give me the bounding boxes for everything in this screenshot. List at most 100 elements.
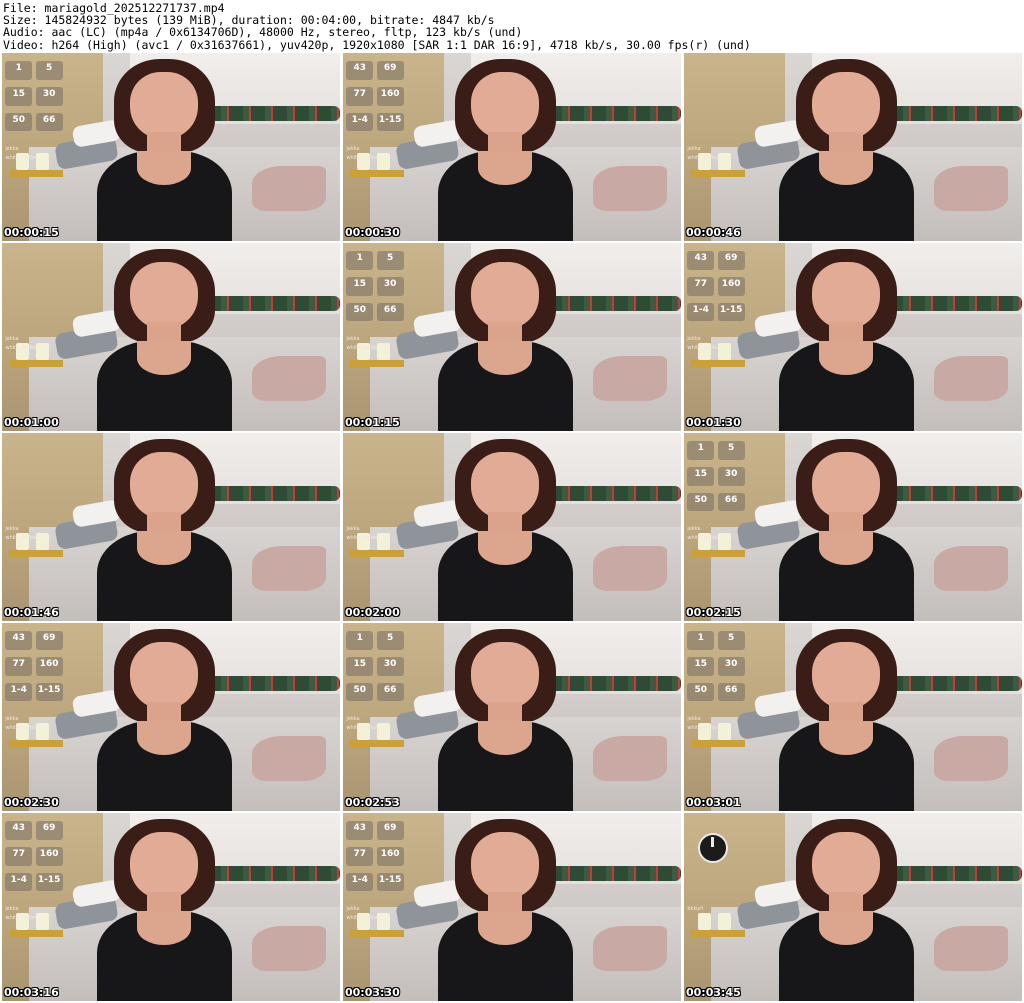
person-chest [819,150,874,185]
overlay-username: white_rocker [687,345,720,352]
tip-menu-value: 1-4 [687,302,715,322]
tip-menu-value: 15 [687,467,715,486]
overlay-username: jekka [687,336,701,343]
tip-menu-value: 160 [376,87,404,106]
tip-menu-value: 1-15 [35,872,63,892]
tip-menu-value: 1-15 [35,682,63,702]
video-frame-thumbnail[interactable]: jekka white_rocker 00:00:46 [684,53,1022,241]
tip-menu-value: 77 [5,847,33,866]
person-face [130,261,199,330]
video-frame-thumbnail[interactable]: 43 69 77 160 1-4 1-15 jekka white_rocker 00:00:3… [343,53,681,241]
scene-blanket [252,355,327,401]
video-frame-thumbnail[interactable]: jekka white_rocker 00:01:00 [2,243,340,431]
overlay-username: white_rocker [687,155,720,162]
stream-overlay: bkkurt [687,817,748,934]
tip-menu-value: 15 [687,657,715,676]
tip-menu-value: 69 [376,821,404,841]
overlay-username: white_rocker [346,725,379,732]
video-frame-thumbnail[interactable]: 1 5 15 30 50 66 jekka white_rocker 00:00:15 [2,53,340,241]
overlay-username: bkkurt [687,906,704,913]
person-chest [137,340,192,375]
scene-blanket [934,925,1009,971]
tip-menu-value: 30 [35,87,63,106]
thumbnail-grid: 1 5 15 30 50 66 jekka white_rocker 00:00:15 43 69 7… [2,53,1022,1001]
scene-blanket [252,545,327,591]
person-chest [819,910,874,945]
video-frame-thumbnail[interactable]: 43 69 77 160 1-4 1-15 jekka white_rocker 00:01:3… [684,243,1022,431]
person-chest [819,720,874,755]
tip-menu-value: 30 [717,467,745,486]
person-chest [137,530,192,565]
scene-blanket [593,925,668,971]
video-frame-thumbnail[interactable]: 1 5 15 30 50 66 jekka white_rocker 00:02:53 [343,623,681,811]
overlay-username: white_rocker [346,535,379,542]
tip-menu-value: 50 [687,492,715,512]
tip-menu-value: 30 [376,277,404,296]
tip-menu-value: 66 [717,492,745,512]
tip-menu-value: 1 [687,631,715,651]
overlay-username: white_rocker [5,345,38,352]
person-face [471,261,540,330]
tip-menu-value: 160 [376,847,404,866]
tip-menu-value: 50 [687,682,715,702]
person-chest [819,530,874,565]
scene-blanket [252,735,327,781]
person-face [130,451,199,520]
scene-blanket [252,165,327,211]
overlay-username: jekka [687,716,701,723]
tip-menu-value: 43 [687,251,715,271]
video-frame-thumbnail[interactable]: jekka white_rocker 00:01:46 [2,433,340,621]
overlay-usernames: jekka white_rocker [346,525,378,543]
person-face [471,71,540,140]
overlay-username: jekka [5,336,19,343]
overlay-usernames: bkkurt [687,905,703,914]
tip-menu-value: 15 [346,277,374,296]
overlay-usernames: jekka white_rocker [5,715,37,733]
tip-menu-value: 1 [346,631,374,651]
audio-info-line: Audio: aac (LC) (mp4a / 0x6134706D), 480… [3,25,523,40]
frame-timestamp: 00:01:15 [345,416,400,429]
overlay-username: white_rocker [5,155,38,162]
video-frame-thumbnail[interactable]: 1 5 15 30 50 66 jekka white_rocker 00:03:01 [684,623,1022,811]
overlay-usernames: jekka white_rocker [346,335,378,353]
person-face [812,451,881,520]
stream-overlay: 43 69 77 160 1-4 1-15 jekka white_rocker [5,817,66,934]
scene-blanket [934,545,1009,591]
tip-menu-value: 66 [376,302,404,322]
tip-menu-value: 160 [717,277,745,296]
person-chest [137,910,192,945]
frame-timestamp: 00:02:30 [4,796,59,809]
video-frame-thumbnail[interactable]: jekka white_rocker 00:02:00 [343,433,681,621]
video-frame-thumbnail[interactable]: 43 69 77 160 1-4 1-15 jekka white_rocker 00:03:1… [2,813,340,1001]
frame-timestamp: 00:02:53 [345,796,400,809]
person-chest [478,720,533,755]
tip-menu-value: 5 [717,631,745,651]
video-frame-thumbnail[interactable]: 43 69 77 160 1-4 1-15 jekka white_rocker 00:02:3… [2,623,340,811]
stream-overlay: 1 5 15 30 50 66 jekka white_rocker [687,437,748,554]
video-frame-thumbnail[interactable]: 1 5 15 30 50 66 jekka white_rocker 00:01:15 [343,243,681,431]
stream-overlay: jekka white_rocker [5,437,66,554]
overlay-username: white_rocker [687,535,720,542]
frame-timestamp: 00:00:15 [4,226,59,239]
person-face [812,261,881,330]
overlay-username: white_rocker [346,345,379,352]
scene-blanket [934,735,1009,781]
video-frame-thumbnail[interactable]: 1 5 15 30 50 66 jekka white_rocker 00:02:15 [684,433,1022,621]
overlay-username: white_rocker [687,725,720,732]
scene-blanket [593,165,668,211]
overlay-username: jekka [346,526,360,533]
video-frame-thumbnail[interactable]: 43 69 77 160 1-4 1-15 jekka white_rocker 00:03:3… [343,813,681,1001]
frame-timestamp: 00:00:46 [686,226,741,239]
overlay-username: jekka [346,906,360,913]
tip-menu-value: 77 [5,657,33,676]
scene-blanket [593,355,668,401]
tip-menu-value: 1-15 [376,872,404,892]
tip-menu-value: 30 [717,657,745,676]
video-frame-thumbnail[interactable]: bkkurt 00:03:45 [684,813,1022,1001]
overlay-username: jekka [5,716,19,723]
tip-menu-value: 15 [5,87,33,106]
tip-menu-value: 43 [346,61,374,81]
person-face [471,451,540,520]
tip-menu-value: 1-4 [346,112,374,132]
frame-timestamp: 00:03:30 [345,986,400,999]
